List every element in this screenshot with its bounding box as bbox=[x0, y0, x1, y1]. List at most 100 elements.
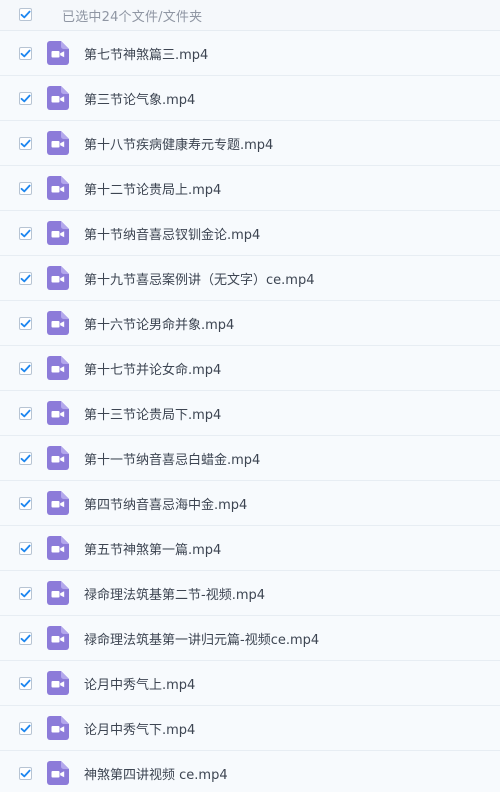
checkmark-icon bbox=[20, 454, 31, 463]
video-file-icon bbox=[47, 41, 69, 65]
file-name[interactable]: 第十六节论男命并象.mp4 bbox=[84, 314, 234, 333]
checkmark-icon bbox=[20, 319, 31, 328]
file-checkbox[interactable] bbox=[19, 92, 32, 105]
video-file-icon bbox=[47, 446, 69, 470]
file-checkbox[interactable] bbox=[19, 362, 32, 375]
checkmark-icon bbox=[20, 634, 31, 643]
file-name[interactable]: 禄命理法筑基第一讲归元篇-视频ce.mp4 bbox=[84, 629, 319, 648]
file-checkbox[interactable] bbox=[19, 767, 32, 780]
video-file-icon bbox=[47, 401, 69, 425]
file-name[interactable]: 第十一节纳音喜忌白蜡金.mp4 bbox=[84, 449, 260, 468]
video-file-icon bbox=[47, 536, 69, 560]
file-checkbox[interactable] bbox=[19, 497, 32, 510]
file-row[interactable]: 禄命理法筑基第一讲归元篇-视频ce.mp4 bbox=[0, 616, 500, 661]
video-file-icon bbox=[47, 131, 69, 155]
file-row[interactable]: 论月中秀气上.mp4 bbox=[0, 661, 500, 706]
file-name[interactable]: 第十二节论贵局上.mp4 bbox=[84, 179, 221, 198]
file-list: 第七节神煞篇三.mp4 第三节论气象.mp4 第十八节疾病健康寿元专题.mp4 第十二… bbox=[0, 31, 500, 792]
file-row[interactable]: 第四节纳音喜忌海中金.mp4 bbox=[0, 481, 500, 526]
checkmark-icon bbox=[20, 139, 31, 148]
file-row[interactable]: 论月中秀气下.mp4 bbox=[0, 706, 500, 751]
file-row[interactable]: 神煞第四讲视频 ce.mp4 bbox=[0, 751, 500, 792]
video-file-icon bbox=[47, 581, 69, 605]
file-checkbox[interactable] bbox=[19, 47, 32, 60]
select-all-checkbox[interactable] bbox=[19, 8, 32, 21]
video-file-icon bbox=[47, 356, 69, 380]
file-name[interactable]: 论月中秀气上.mp4 bbox=[84, 674, 195, 693]
file-name[interactable]: 第四节纳音喜忌海中金.mp4 bbox=[84, 494, 247, 513]
file-checkbox[interactable] bbox=[19, 272, 32, 285]
video-file-icon bbox=[47, 491, 69, 515]
file-row[interactable]: 第十一节纳音喜忌白蜡金.mp4 bbox=[0, 436, 500, 481]
video-file-icon bbox=[47, 86, 69, 110]
video-file-icon bbox=[47, 41, 69, 65]
checkmark-icon bbox=[20, 769, 31, 778]
video-file-icon bbox=[47, 491, 69, 515]
video-file-icon bbox=[47, 446, 69, 470]
file-checkbox[interactable] bbox=[19, 542, 32, 555]
file-name[interactable]: 第十九节喜忌案例讲（无文字）ce.mp4 bbox=[84, 269, 314, 288]
video-file-icon bbox=[47, 581, 69, 605]
file-checkbox[interactable] bbox=[19, 722, 32, 735]
selection-header: 已选中24个文件/文件夹 bbox=[0, 0, 500, 31]
file-name[interactable]: 第三节论气象.mp4 bbox=[84, 89, 195, 108]
video-file-icon bbox=[47, 716, 69, 740]
video-file-icon bbox=[47, 131, 69, 155]
file-name[interactable]: 第十七节并论女命.mp4 bbox=[84, 359, 221, 378]
checkmark-icon bbox=[20, 49, 31, 58]
video-file-icon bbox=[47, 671, 69, 695]
file-checkbox[interactable] bbox=[19, 407, 32, 420]
checkmark-icon bbox=[20, 229, 31, 238]
file-row[interactable]: 第十九节喜忌案例讲（无文字）ce.mp4 bbox=[0, 256, 500, 301]
file-row[interactable]: 第十节纳音喜忌钗钏金论.mp4 bbox=[0, 211, 500, 256]
video-file-icon bbox=[47, 311, 69, 335]
checkmark-icon bbox=[20, 409, 31, 418]
video-file-icon bbox=[47, 716, 69, 740]
file-name[interactable]: 禄命理法筑基第二节-视频.mp4 bbox=[84, 584, 265, 603]
file-row[interactable]: 第七节神煞篇三.mp4 bbox=[0, 31, 500, 76]
file-name[interactable]: 第十三节论贵局下.mp4 bbox=[84, 404, 221, 423]
file-row[interactable]: 第五节神煞第一篇.mp4 bbox=[0, 526, 500, 571]
checkmark-icon bbox=[20, 499, 31, 508]
file-checkbox[interactable] bbox=[19, 632, 32, 645]
file-row[interactable]: 第十三节论贵局下.mp4 bbox=[0, 391, 500, 436]
checkmark-icon bbox=[20, 94, 31, 103]
file-checkbox[interactable] bbox=[19, 227, 32, 240]
file-row[interactable]: 禄命理法筑基第二节-视频.mp4 bbox=[0, 571, 500, 616]
file-name[interactable]: 神煞第四讲视频 ce.mp4 bbox=[84, 764, 228, 783]
file-row[interactable]: 第十八节疾病健康寿元专题.mp4 bbox=[0, 121, 500, 166]
video-file-icon bbox=[47, 311, 69, 335]
video-file-icon bbox=[47, 266, 69, 290]
file-checkbox[interactable] bbox=[19, 317, 32, 330]
file-name[interactable]: 论月中秀气下.mp4 bbox=[84, 719, 195, 738]
video-file-icon bbox=[47, 356, 69, 380]
video-file-icon bbox=[47, 221, 69, 245]
file-checkbox[interactable] bbox=[19, 137, 32, 150]
video-file-icon bbox=[47, 626, 69, 650]
file-checkbox[interactable] bbox=[19, 452, 32, 465]
file-checkbox[interactable] bbox=[19, 587, 32, 600]
video-file-icon bbox=[47, 671, 69, 695]
checkmark-icon bbox=[20, 364, 31, 373]
video-file-icon bbox=[47, 536, 69, 560]
video-file-icon bbox=[47, 266, 69, 290]
file-row[interactable]: 第十六节论男命并象.mp4 bbox=[0, 301, 500, 346]
video-file-icon bbox=[47, 401, 69, 425]
video-file-icon bbox=[47, 626, 69, 650]
file-checkbox[interactable] bbox=[19, 182, 32, 195]
video-file-icon bbox=[47, 176, 69, 200]
file-name[interactable]: 第十八节疾病健康寿元专题.mp4 bbox=[84, 134, 273, 153]
video-file-icon bbox=[47, 761, 69, 785]
file-row[interactable]: 第十七节并论女命.mp4 bbox=[0, 346, 500, 391]
file-name[interactable]: 第十节纳音喜忌钗钏金论.mp4 bbox=[84, 224, 260, 243]
file-name[interactable]: 第五节神煞第一篇.mp4 bbox=[84, 539, 221, 558]
video-file-icon bbox=[47, 761, 69, 785]
file-row[interactable]: 第十二节论贵局上.mp4 bbox=[0, 166, 500, 211]
file-row[interactable]: 第三节论气象.mp4 bbox=[0, 76, 500, 121]
video-file-icon bbox=[47, 86, 69, 110]
file-name[interactable]: 第七节神煞篇三.mp4 bbox=[84, 44, 208, 63]
selection-count-text: 已选中24个文件/文件夹 bbox=[62, 10, 203, 25]
file-checkbox[interactable] bbox=[19, 677, 32, 690]
checkmark-icon bbox=[20, 184, 31, 193]
file-list-panel: 已选中24个文件/文件夹 第七节神煞篇三.mp4 第三节论气象.mp4 第十八节疾病… bbox=[0, 0, 500, 792]
